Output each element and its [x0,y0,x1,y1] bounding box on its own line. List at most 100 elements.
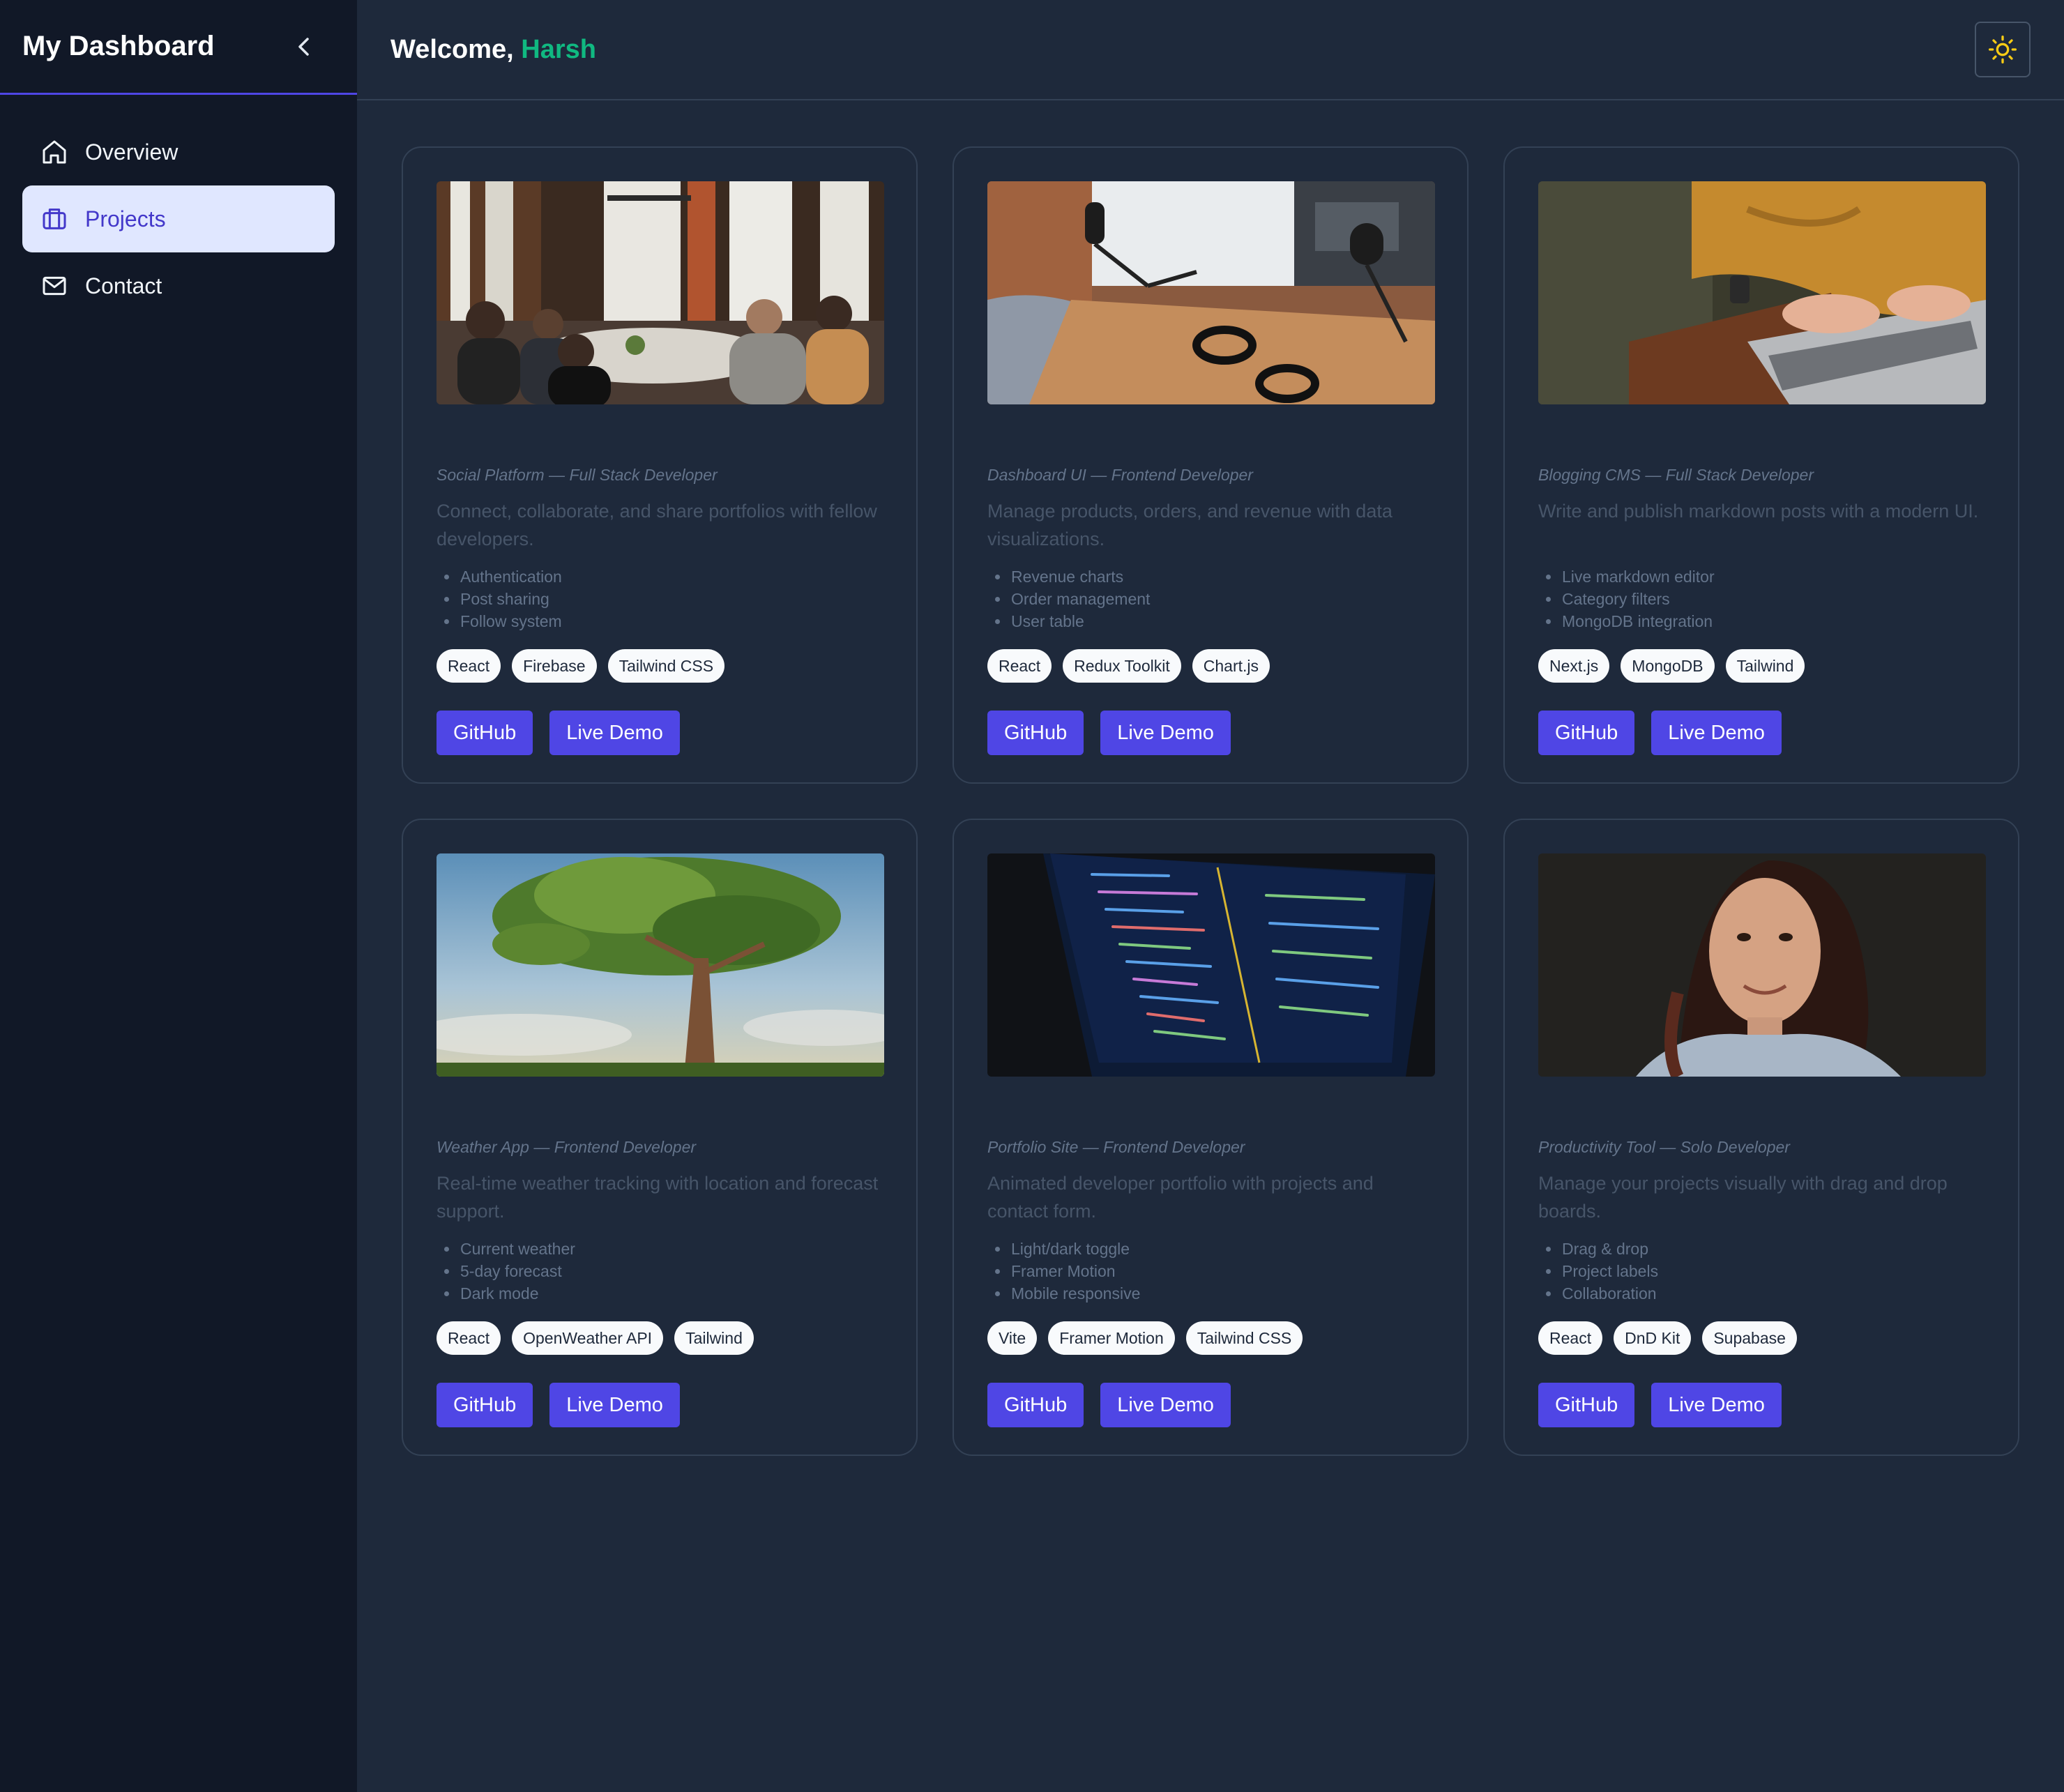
feature-item: 5-day forecast [459,1260,883,1282]
tech-tag: React [437,1321,501,1355]
project-meta: Dashboard UI — Frontend Developer [987,466,1253,484]
top-bar: Welcome, Harsh [357,0,2064,100]
tech-tag: React [1538,1321,1603,1355]
github-button[interactable]: GitHub [437,711,533,755]
feature-list: Live markdown editor Category filters Mo… [1538,565,1985,632]
feature-item: Framer Motion [1010,1260,1434,1282]
feature-item: Authentication [459,565,883,588]
project-card: Dashboard UI — Frontend Developer Manage… [953,146,1469,784]
welcome-heading: Welcome, Harsh [390,35,596,65]
project-card: Social Platform — Full Stack Developer C… [402,146,918,784]
card-actions: GitHub Live Demo [1538,1383,1985,1427]
podcast-studio-photo [987,181,1435,404]
tech-tags: React DnD Kit Supabase [1538,1321,1985,1355]
sidebar-item-label: Contact [85,273,162,298]
feature-item: Collaboration [1561,1282,1985,1305]
tech-tags: Next.js MongoDB Tailwind [1538,649,1985,683]
sidebar-item-label: Overview [85,139,179,165]
feature-item: Mobile responsive [1010,1282,1434,1305]
project-card: Portfolio Site — Frontend Developer Anim… [953,819,1469,1456]
tech-tags: Vite Framer Motion Tailwind CSS [987,1321,1434,1355]
feature-item: Drag & drop [1561,1238,1985,1260]
tech-tag: Next.js [1538,649,1610,683]
project-meta: Portfolio Site — Frontend Developer [987,1138,1245,1156]
project-card: Weather App — Frontend Developer Real-ti… [402,819,918,1456]
sidebar-item-contact[interactable]: Contact [22,252,335,319]
portrait-woman-photo [1538,853,1986,1077]
project-card: Productivity Tool — Solo Developer Manag… [1503,819,2019,1456]
feature-list: Light/dark toggle Framer Motion Mobile r… [987,1238,1434,1305]
feature-list: Authentication Post sharing Follow syste… [437,565,883,632]
tech-tag: Tailwind [1725,649,1805,683]
card-actions: GitHub Live Demo [437,711,883,755]
sidebar-item-projects[interactable]: Projects [22,185,335,252]
github-button[interactable]: GitHub [987,1383,1084,1427]
tech-tags: React Redux Toolkit Chart.js [987,649,1434,683]
tech-tag: MongoDB [1621,649,1715,683]
github-button[interactable]: GitHub [987,711,1084,755]
feature-item: Light/dark toggle [1010,1238,1434,1260]
tech-tag: Tailwind CSS [1185,1321,1303,1355]
feature-list: Current weather 5-day forecast Dark mode [437,1238,883,1305]
tech-tag: Supabase [1702,1321,1797,1355]
feature-item: Order management [1010,588,1434,610]
project-meta: Weather App — Frontend Developer [437,1138,697,1156]
tech-tag: Tailwind CSS [607,649,725,683]
feature-item: Category filters [1561,588,1985,610]
project-description: Animated developer portfolio with projec… [987,1173,1374,1222]
project-meta: Blogging CMS — Full Stack Developer [1538,466,1814,484]
projects-grid: Social Platform — Full Stack Developer C… [402,146,2019,1456]
tech-tag: Firebase [512,649,597,683]
mail-icon [39,271,70,301]
tech-tag: Tailwind [674,1321,754,1355]
tech-tag: Chart.js [1192,649,1270,683]
tech-tags: React Firebase Tailwind CSS [437,649,883,683]
live-demo-button[interactable]: Live Demo [549,1383,680,1427]
live-demo-button[interactable]: Live Demo [549,711,680,755]
collapse-sidebar-button[interactable] [290,33,318,61]
project-meta: Productivity Tool — Solo Developer [1538,1138,1790,1156]
tree-sky-photo [437,853,884,1077]
feature-item: Dark mode [459,1282,883,1305]
feature-item: Follow system [459,610,883,632]
live-demo-button[interactable]: Live Demo [1651,711,1782,755]
github-button[interactable]: GitHub [437,1383,533,1427]
code-screen-photo [987,853,1435,1077]
typing-laptop-photo [1538,181,1986,404]
project-description: Manage products, orders, and revenue wit… [987,501,1393,549]
theme-toggle-button[interactable] [1975,22,2031,77]
github-button[interactable]: GitHub [1538,1383,1635,1427]
card-actions: GitHub Live Demo [437,1383,883,1427]
tech-tag: DnD Kit [1614,1321,1692,1355]
feature-list: Drag & drop Project labels Collaboration [1538,1238,1985,1305]
live-demo-button[interactable]: Live Demo [1651,1383,1782,1427]
sidebar-item-overview[interactable]: Overview [22,119,335,185]
sidebar-header: My Dashboard [0,0,357,95]
live-demo-button[interactable]: Live Demo [1100,1383,1231,1427]
card-actions: GitHub Live Demo [987,711,1434,755]
sidebar: My Dashboard Overview Projects Contact [0,0,357,1792]
feature-item: Current weather [459,1238,883,1260]
tech-tag: Redux Toolkit [1063,649,1181,683]
project-meta: Social Platform — Full Stack Developer [437,466,718,484]
github-button[interactable]: GitHub [1538,711,1635,755]
tech-tags: React OpenWeather API Tailwind [437,1321,883,1355]
sidebar-item-label: Projects [85,206,166,231]
welcome-greeting: Welcome, [390,34,514,64]
tech-tag: Vite [987,1321,1038,1355]
feature-item: Live markdown editor [1561,565,1985,588]
card-actions: GitHub Live Demo [1538,711,1985,755]
briefcase-icon [39,204,70,234]
team-meeting-photo [437,181,884,404]
project-card: Blogging CMS — Full Stack Developer Writ… [1503,146,2019,784]
sun-icon [1989,36,2017,63]
project-description: Real-time weather tracking with location… [437,1173,879,1222]
live-demo-button[interactable]: Live Demo [1100,711,1231,755]
tech-tag: Framer Motion [1048,1321,1175,1355]
feature-item: Post sharing [459,588,883,610]
project-description: Connect, collaborate, and share portfoli… [437,501,877,549]
feature-item: Project labels [1561,1260,1985,1282]
tech-tag: React [987,649,1052,683]
feature-item: MongoDB integration [1561,610,1985,632]
tech-tag: React [437,649,501,683]
